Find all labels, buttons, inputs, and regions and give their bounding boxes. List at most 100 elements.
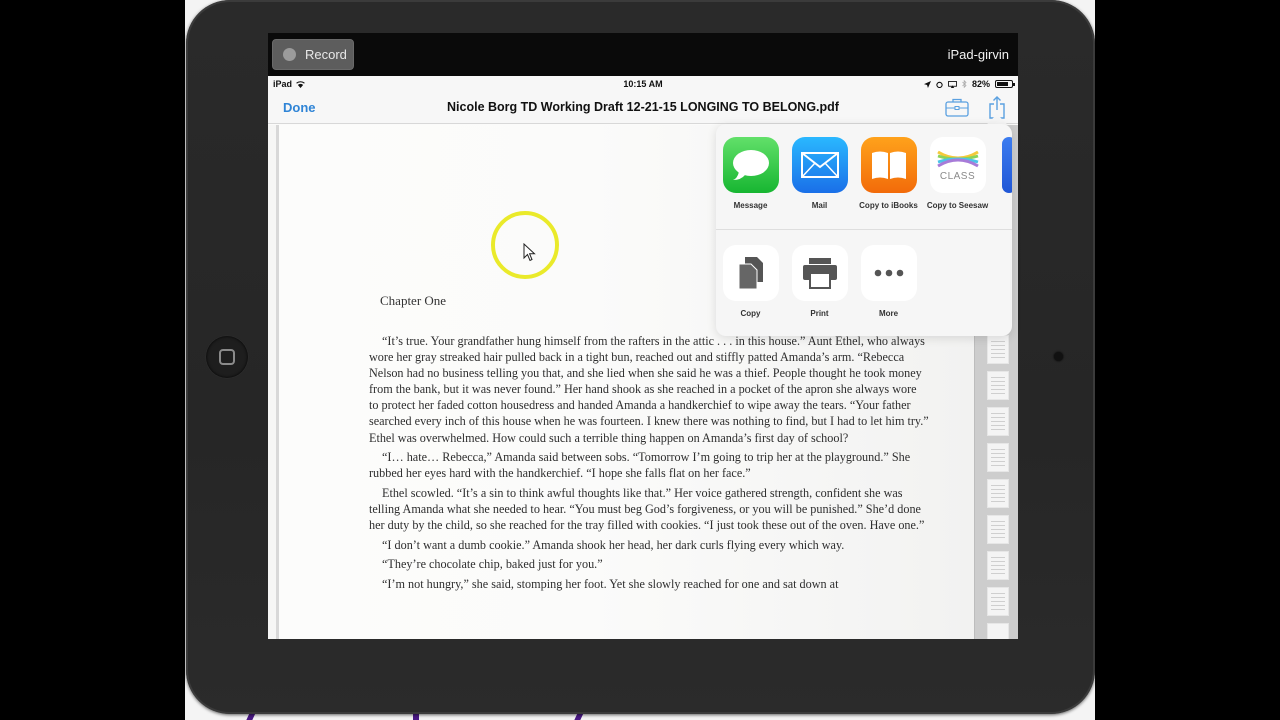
recorder-bar <box>268 33 1018 76</box>
thumbnail-line <box>991 381 1005 382</box>
thumbnail-line <box>991 485 1005 486</box>
thumbnail-line <box>991 569 1005 570</box>
thumbnail-line <box>991 453 1005 454</box>
paragraph: “I’m not hungry,” she said, stomping her… <box>382 576 839 591</box>
message-icon <box>722 137 779 193</box>
thumbnail-line <box>991 605 1005 606</box>
camera-icon <box>1054 352 1063 361</box>
home-button[interactable] <box>206 336 248 378</box>
thumbnail-line <box>991 341 1005 342</box>
thumbnail-line <box>991 573 1005 574</box>
battery-icon <box>995 80 1015 88</box>
thumbnail-line <box>991 393 1005 394</box>
thumbnail-line <box>991 489 1005 490</box>
share-mail-label: Mail <box>811 201 828 210</box>
bluetooth-icon <box>962 80 967 88</box>
thumbnail-line <box>991 421 1005 422</box>
thumbnail-line <box>991 497 1005 498</box>
thumbnail-line <box>991 601 1005 602</box>
thumbnail-line <box>991 557 1005 558</box>
paragraph: “I… hate… Rebecca,” Amanda said between … <box>369 450 911 481</box>
thumbnail-line <box>991 537 1005 538</box>
share-mail[interactable]: Mail <box>785 137 854 210</box>
paragraph: Ethel scowled. “It’s a sin to think awfu… <box>369 485 925 533</box>
thumbnail-line <box>991 493 1005 494</box>
alarm-icon <box>936 81 943 88</box>
record-label: Record <box>305 47 347 62</box>
share-print-label: Print <box>810 309 829 318</box>
thumbnail-line <box>991 353 1005 354</box>
thumbnail-line <box>991 349 1005 350</box>
page-thumbnail[interactable] <box>987 443 1009 472</box>
share-seesaw[interactable]: CLASS Copy to Seesaw <box>923 137 992 210</box>
seesaw-icon-text: CLASS <box>939 171 976 182</box>
paragraph: “It’s true. Your grandfather hung himsel… <box>369 334 929 445</box>
copy-icon <box>722 245 779 301</box>
thumbnail-line <box>991 465 1005 466</box>
status-time: 10:15 AM <box>623 79 663 89</box>
thumbnail-line <box>991 345 1005 346</box>
share-print[interactable]: Print <box>785 245 854 318</box>
record-dot-icon <box>283 48 296 61</box>
chapter-body: “It’s true. Your grandfather hung himsel… <box>369 333 929 595</box>
share-more-label: More <box>878 309 899 318</box>
page-thumbnail[interactable] <box>987 551 1009 580</box>
thumbnail-line <box>991 417 1005 418</box>
thumbnail-line <box>991 521 1005 522</box>
airplay-icon <box>948 80 957 88</box>
page-thumbnail[interactable] <box>987 335 1009 364</box>
share-message-label: Message <box>733 201 768 210</box>
share-sheet: Message Mail Copy to iBooks CLASS Copy t… <box>716 124 1012 336</box>
page-thumbnail[interactable] <box>987 479 1009 508</box>
thumbnail-line <box>991 457 1005 458</box>
thumbnail-line <box>991 449 1005 450</box>
thumbnail-line <box>991 593 1005 594</box>
thumbnail-line <box>991 377 1005 378</box>
share-ibooks[interactable]: Copy to iBooks <box>854 137 923 210</box>
share-next-app-icon[interactable] <box>1002 137 1012 193</box>
share-apps-row: Message Mail Copy to iBooks CLASS Copy t… <box>716 137 1012 210</box>
status-bar: iPad 10:15 AM 82% <box>268 76 1018 92</box>
page-thumbnail[interactable] <box>987 587 1009 616</box>
paragraph: “They’re chocolate chip, baked just for … <box>382 557 603 572</box>
thumbnail-line <box>991 561 1005 562</box>
record-button[interactable]: Record <box>272 39 354 70</box>
mail-icon <box>791 137 848 193</box>
battery-percent: 82% <box>971 79 990 89</box>
thumbnail-line <box>991 413 1005 414</box>
share-copy[interactable]: Copy <box>716 245 785 318</box>
thumbnail-line <box>991 425 1005 426</box>
print-icon <box>791 245 848 301</box>
page-thumbnail[interactable] <box>987 371 1009 400</box>
page-thumbnail[interactable] <box>987 623 1009 639</box>
thumbnail-line <box>991 597 1005 598</box>
chapter-title: Chapter One <box>380 293 447 308</box>
share-ibooks-label: Copy to iBooks <box>859 201 918 210</box>
page-thumbnail[interactable] <box>987 407 1009 436</box>
share-copy-label: Copy <box>740 309 761 318</box>
thumbnail-line <box>991 533 1005 534</box>
share-message[interactable]: Message <box>716 137 785 210</box>
nav-bar: Done Nicole Borg TD Working Draft 12-21-… <box>268 92 1018 124</box>
thumbnail-line <box>991 461 1005 462</box>
ibooks-icon <box>860 137 917 193</box>
more-icon <box>860 245 917 301</box>
seesaw-icon: CLASS <box>929 137 986 193</box>
share-seesaw-label: Copy to Seesaw <box>926 201 989 210</box>
toolbox-icon[interactable] <box>945 97 969 117</box>
paragraph: “I don’t want a dumb cookie.” Amanda sho… <box>382 537 845 552</box>
thumbnail-line <box>991 429 1005 430</box>
home-square-icon <box>219 349 235 365</box>
device-name: iPad-girvin <box>947 47 1009 62</box>
share-more[interactable]: More <box>854 245 923 318</box>
location-icon <box>923 80 931 88</box>
thumbnail-line <box>991 529 1005 530</box>
thumbnail-line <box>991 525 1005 526</box>
document-title: Nicole Borg TD Working Draft 12-21-15 LO… <box>447 100 839 114</box>
page-thumbnail[interactable] <box>987 515 1009 544</box>
pointer-cursor-icon <box>523 243 536 262</box>
thumbnail-line <box>991 609 1005 610</box>
share-actions-row: Copy Print More <box>716 245 1012 318</box>
thumbnail-line <box>991 385 1005 386</box>
share-divider <box>716 229 1012 230</box>
